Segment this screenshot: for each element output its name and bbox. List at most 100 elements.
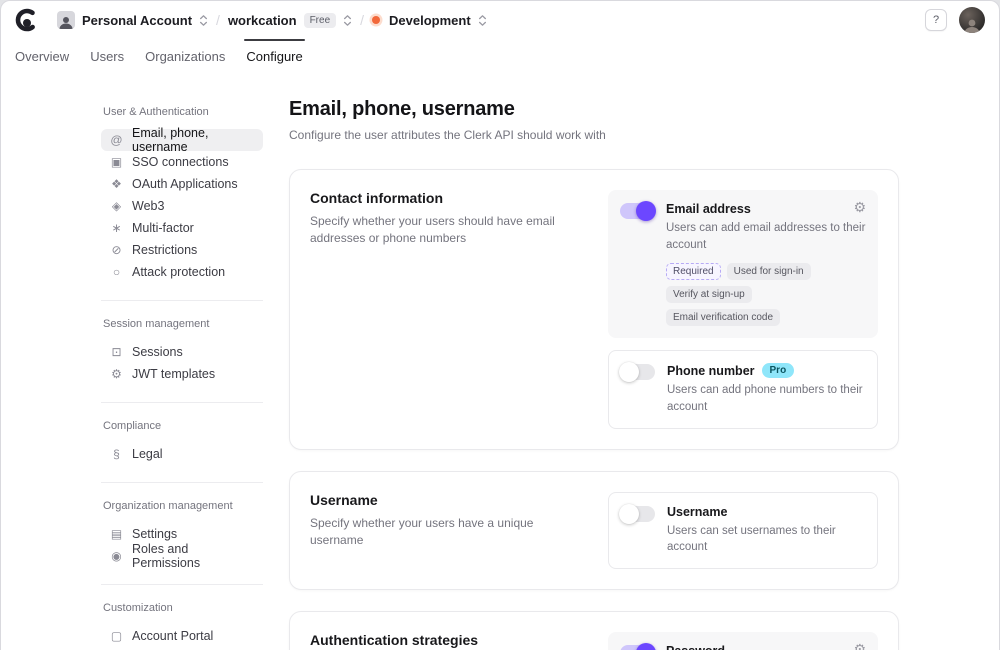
clerk-logo-icon[interactable] — [15, 8, 39, 32]
tab-organizations[interactable]: Organizations — [145, 39, 225, 72]
breadcrumb-separator: / — [360, 12, 364, 28]
email-address-setting: Email address Users can add email addres… — [608, 190, 878, 338]
username-setting: Username Users can set usernames to thei… — [608, 492, 878, 569]
roles-icon: ◉ — [109, 550, 124, 562]
pro-badge: Pro — [762, 363, 795, 378]
username-card: Username Specify whether your users have… — [289, 471, 899, 590]
environment-switcher[interactable]: Development — [372, 13, 487, 28]
sidebar-item-label: Restrictions — [132, 243, 197, 257]
multi-factor-icon: ∗ — [109, 222, 124, 234]
authentication-strategies-card: Authentication strategies Select the aut… — [289, 611, 899, 650]
sidebar-item-label: Sessions — [132, 345, 183, 359]
top-bar: Personal Account / workcation Free / Dev… — [1, 1, 999, 39]
legal-icon: § — [109, 448, 124, 460]
plan-badge: Free — [304, 13, 337, 28]
sidebar-item-label: JWT templates — [132, 367, 215, 381]
sidebar-item-label: Legal — [132, 447, 163, 461]
card-description: Specify whether your users should have e… — [310, 213, 582, 248]
chevron-up-down-icon — [343, 14, 352, 27]
email-badges: Required Used for sign-in Verify at sign… — [666, 263, 866, 326]
password-toggle[interactable] — [620, 645, 654, 650]
tab-configure[interactable]: Configure — [246, 39, 302, 72]
required-badge: Required — [666, 263, 721, 280]
sidebar-item-attack-protection[interactable]: ○ Attack protection — [101, 261, 263, 283]
account-name: Personal Account — [82, 13, 192, 28]
sidebar-section-title: Compliance — [101, 420, 263, 432]
sidebar-section-customization: Customization ▢ Account Portal ☺ Avatars… — [101, 584, 263, 650]
main-panel: Email, phone, username Configure the use… — [289, 98, 899, 650]
gear-icon[interactable]: ⚙ — [853, 200, 866, 214]
at-icon: @ — [109, 134, 124, 146]
sidebar-section-user-authentication: User & Authentication @ Email, phone, us… — [101, 106, 263, 283]
sidebar-item-sso-connections[interactable]: ▣ SSO connections — [101, 151, 263, 173]
setting-description: Users can set usernames to their account — [667, 523, 865, 556]
card-title: Authentication strategies — [310, 632, 582, 648]
account-switcher[interactable]: Personal Account — [57, 11, 208, 29]
sidebar-item-label: Account Portal — [132, 629, 213, 643]
card-description: Specify whether your users have a unique… — [310, 515, 582, 550]
verify-at-sign-up-badge: Verify at sign-up — [666, 286, 752, 303]
shield-icon: ○ — [109, 266, 124, 278]
sidebar-item-restrictions[interactable]: ⊘ Restrictions — [101, 239, 263, 261]
sidebar-item-sessions[interactable]: ⊡ Sessions — [101, 341, 263, 363]
sidebar-item-label: Multi-factor — [132, 221, 194, 235]
sidebar-section-title: Customization — [101, 602, 263, 614]
used-for-sign-in-badge: Used for sign-in — [727, 263, 811, 280]
sidebar-item-multi-factor[interactable]: ∗ Multi-factor — [101, 217, 263, 239]
oauth-icon: ❖ — [109, 178, 124, 190]
account-portal-icon: ▢ — [109, 630, 124, 642]
sidebar-item-email-phone-username[interactable]: @ Email, phone, username — [101, 129, 263, 151]
nav-tabs: Overview Users Organizations Configure — [1, 39, 999, 72]
sidebar-item-label: Attack protection — [132, 265, 225, 279]
card-title: Contact information — [310, 190, 582, 206]
password-setting: Password Users can sign in with a passwo… — [608, 632, 878, 650]
username-toggle[interactable] — [621, 506, 655, 522]
phone-number-toggle[interactable] — [621, 364, 655, 380]
chevron-up-down-icon — [199, 14, 208, 27]
card-title: Username — [310, 492, 582, 508]
sidebar-section-session-management: Session management ⊡ Sessions ⚙ JWT temp… — [101, 300, 263, 385]
setting-description: Users can add email addresses to their a… — [666, 220, 866, 253]
sidebar-item-roles-permissions[interactable]: ◉ Roles and Permissions — [101, 545, 263, 567]
project-switcher[interactable]: workcation Free — [228, 13, 352, 28]
sidebar-section-title: User & Authentication — [101, 106, 263, 118]
breadcrumb-separator: / — [216, 12, 220, 28]
project-name: workcation — [228, 13, 297, 28]
sidebar-item-legal[interactable]: § Legal — [101, 443, 263, 465]
account-avatar — [57, 11, 75, 29]
tab-users[interactable]: Users — [90, 39, 124, 72]
sidebar-item-jwt-templates[interactable]: ⚙ JWT templates — [101, 363, 263, 385]
sidebar-item-account-portal[interactable]: ▢ Account Portal — [101, 625, 263, 647]
setting-title: Email address — [666, 202, 751, 216]
sidebar-item-label: Settings — [132, 527, 177, 541]
tab-overview[interactable]: Overview — [15, 39, 69, 72]
email-address-toggle[interactable] — [620, 203, 654, 219]
user-avatar[interactable] — [959, 7, 985, 33]
sidebar-section-organization-management: Organization management ▤ Settings ◉ Rol… — [101, 482, 263, 567]
sidebar-section-title: Organization management — [101, 500, 263, 512]
phone-number-setting: Phone number Pro Users can add phone num… — [608, 350, 878, 428]
page-title: Email, phone, username — [289, 98, 899, 121]
sidebar-item-label: OAuth Applications — [132, 177, 238, 191]
web3-icon: ◈ — [109, 200, 124, 212]
sidebar-item-web3[interactable]: ◈ Web3 — [101, 195, 263, 217]
development-dot-icon — [372, 16, 380, 24]
sidebar-item-label: Web3 — [132, 199, 164, 213]
gear-icon[interactable]: ⚙ — [853, 642, 866, 650]
sidebar-item-label: Roles and Permissions — [132, 542, 255, 570]
setting-title: Phone number — [667, 364, 755, 378]
help-button[interactable]: ? — [925, 9, 947, 31]
sidebar-section-title: Session management — [101, 318, 263, 330]
setting-title: Password — [666, 644, 725, 650]
top-bar-actions: ? — [925, 7, 985, 33]
setting-description: Users can add phone numbers to their acc… — [667, 382, 865, 415]
settings-sidebar: User & Authentication @ Email, phone, us… — [101, 98, 263, 650]
sidebar-item-label: Email, phone, username — [132, 126, 255, 154]
lock-icon: ⊘ — [109, 244, 124, 256]
org-settings-icon: ▤ — [109, 528, 124, 540]
breadcrumb: Personal Account / workcation Free / Dev… — [57, 11, 487, 29]
sso-icon: ▣ — [109, 156, 124, 168]
setting-title: Username — [667, 505, 727, 519]
page-subtitle: Configure the user attributes the Clerk … — [289, 128, 899, 142]
sidebar-item-oauth-applications[interactable]: ❖ OAuth Applications — [101, 173, 263, 195]
